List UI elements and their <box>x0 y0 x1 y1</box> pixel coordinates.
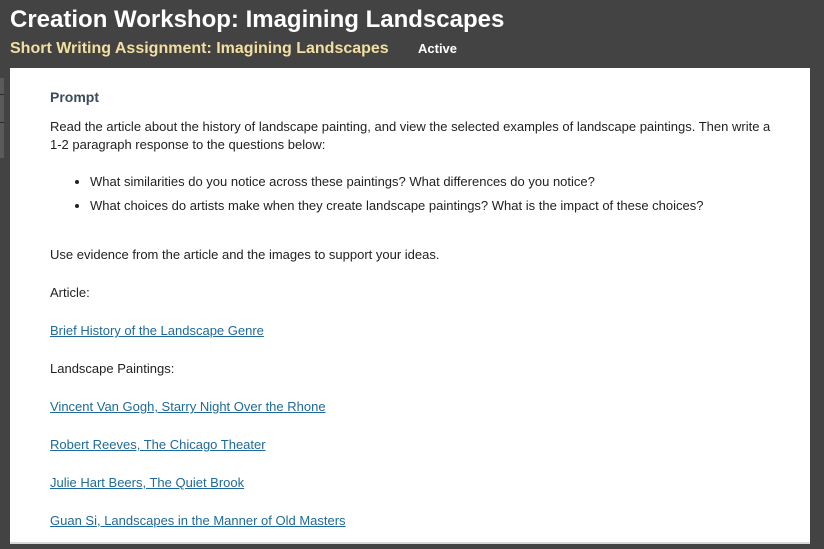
painting-link-row: Julie Hart Beers, The Quiet Brook <box>50 474 244 492</box>
article-link-row: Brief History of the Landscape Genre <box>50 322 264 340</box>
evidence-note: Use evidence from the article and the im… <box>50 247 440 262</box>
page-scrollbar[interactable] <box>810 68 824 542</box>
paintings-label: Landscape Paintings: <box>50 361 175 376</box>
article-link[interactable]: Brief History of the Landscape Genre <box>50 323 264 338</box>
prompt-intro: Read the article about the history of la… <box>50 119 771 152</box>
prompt-heading: Prompt <box>50 89 99 105</box>
painting-link-guan-si[interactable]: Guan Si, Landscapes in the Manner of Old… <box>50 513 346 528</box>
content-panel: Prompt Read the article about the histor… <box>10 68 810 542</box>
painting-link-van-gogh[interactable]: Vincent Van Gogh, Starry Night Over the … <box>50 399 326 414</box>
article-label: Article: <box>50 285 90 300</box>
painting-link-reeves[interactable]: Robert Reeves, The Chicago Theater <box>50 437 266 452</box>
assignment-title: Short Writing Assignment: Imagining Land… <box>10 40 389 57</box>
panel-bottom-edge <box>10 542 810 544</box>
painting-link-row: Robert Reeves, The Chicago Theater <box>50 436 266 454</box>
painting-link-row: Guan Si, Landscapes in the Manner of Old… <box>50 512 346 530</box>
strip-tick <box>0 122 4 123</box>
course-title: Creation Workshop: Imagining Landscapes <box>10 6 505 33</box>
left-edge-strip <box>0 78 4 158</box>
strip-tick <box>0 94 4 95</box>
painting-link-beers[interactable]: Julie Hart Beers, The Quiet Brook <box>50 475 244 490</box>
question-list: What similarities do you notice across t… <box>50 173 704 221</box>
page-header: Creation Workshop: Imagining Landscapes … <box>0 0 824 68</box>
question-item: What similarities do you notice across t… <box>90 173 704 191</box>
question-item: What choices do artists make when they c… <box>90 197 704 215</box>
painting-link-row: Vincent Van Gogh, Starry Night Over the … <box>50 398 326 416</box>
status-badge: Active <box>418 41 458 56</box>
